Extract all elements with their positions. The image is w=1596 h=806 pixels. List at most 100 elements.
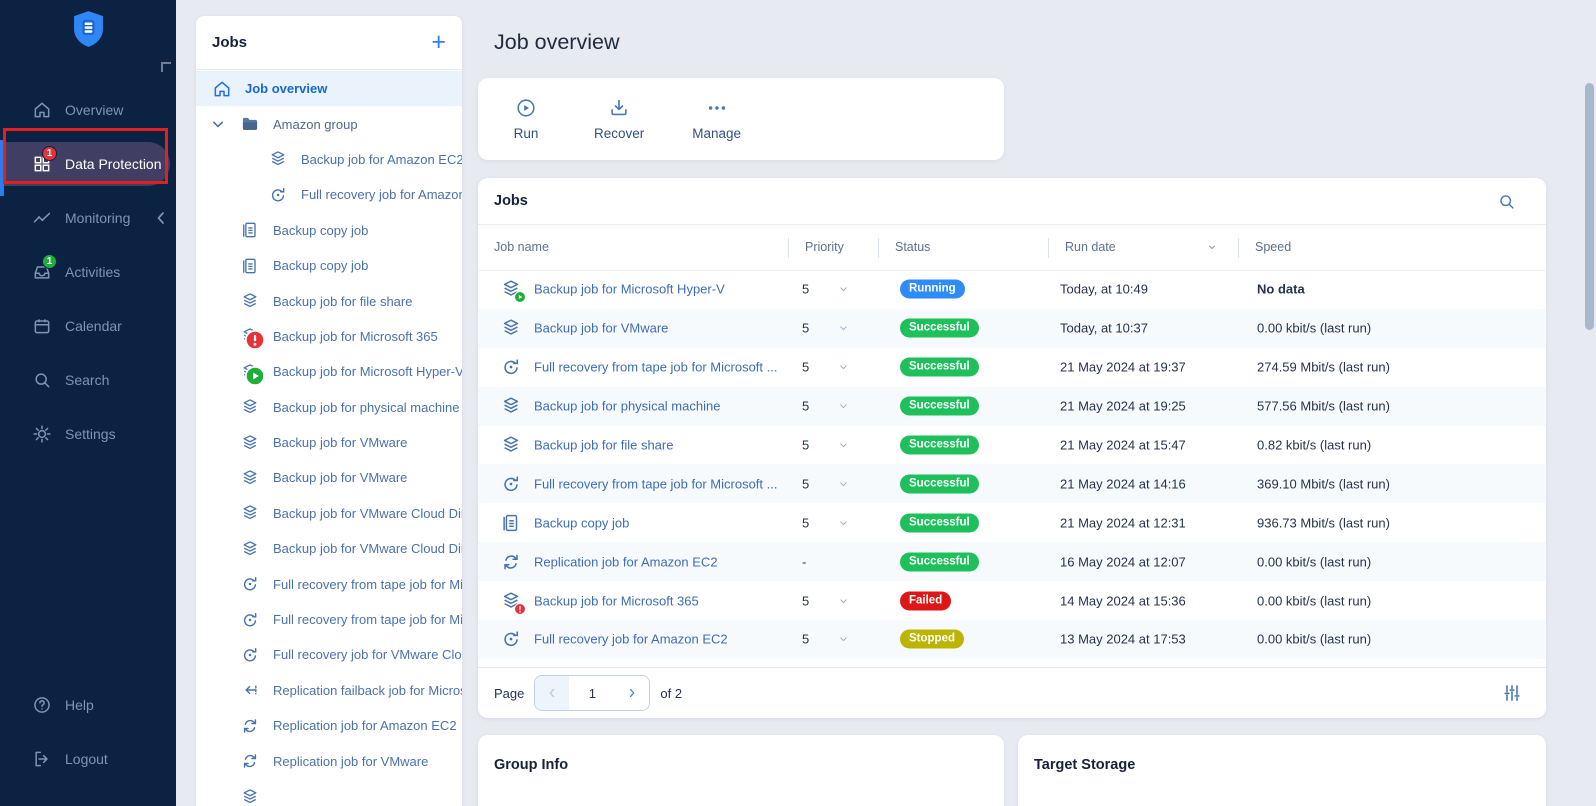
sidebar-item-monitoring[interactable]: Monitoring — [0, 196, 176, 240]
tree-item-backup-job-for-amazon-ec2[interactable]: Backup job for Amazon EC2 — [196, 142, 462, 177]
tree-item[interactable] — [196, 779, 462, 806]
column-header-speed[interactable]: Speed — [1255, 240, 1291, 254]
sidebar-item-logout[interactable]: Logout — [0, 737, 176, 781]
chevron-down-icon[interactable] — [837, 516, 850, 529]
prev-page-button[interactable] — [535, 676, 569, 710]
priority-dropdown[interactable]: 5 — [802, 632, 850, 647]
sidebar-item-help[interactable]: Help — [0, 683, 176, 727]
chevron-down-icon[interactable] — [837, 439, 850, 452]
sidebar-item-calendar[interactable]: Calendar — [0, 304, 176, 348]
tree-item-icon-wrap — [240, 751, 260, 771]
tree-item-full-recovery-from-tape-job-for-micr[interactable]: Full recovery from tape job for Micr — [196, 602, 462, 637]
column-header-run-date[interactable]: Run date — [1065, 240, 1116, 254]
run-date-value: 21 May 2024 at 14:16 — [1060, 476, 1186, 491]
status-badge: Successful — [900, 513, 979, 532]
tree-item-label: Replication failback job for Microso — [273, 683, 462, 698]
table-row[interactable]: Backup job for VMware5SuccessfulToday, a… — [478, 309, 1546, 348]
column-header-priority[interactable]: Priority — [805, 240, 844, 254]
table-row[interactable]: Backup job for file share5Successful21 M… — [478, 426, 1546, 465]
tree-item-backup-job-for-vmware[interactable]: Backup job for VMware — [196, 460, 462, 495]
tree-item-job-overview[interactable]: Job overview — [196, 71, 462, 106]
job-type-icon-wrap — [500, 278, 522, 300]
tree-item-backup-copy-job[interactable]: Backup copy job — [196, 213, 462, 248]
priority-dropdown[interactable]: 5 — [802, 321, 850, 336]
sidebar-item-data-protection[interactable]: 1Data Protection — [0, 142, 170, 186]
priority-dropdown[interactable]: 5 — [802, 438, 850, 453]
sort-chevron-down-icon[interactable] — [1206, 241, 1218, 253]
table-row[interactable]: Full recovery from tape job for Microsof… — [478, 464, 1546, 503]
action-recover-button[interactable]: Recover — [594, 97, 644, 141]
tree-item-backup-job-for-vmware[interactable]: Backup job for VMware — [196, 425, 462, 460]
chevron-down-icon[interactable] — [837, 400, 850, 413]
job-name-link[interactable]: Backup copy job — [534, 515, 782, 530]
page-scrollbar[interactable] — [1584, 0, 1595, 806]
tree-item-label: Backup job for VMware — [273, 470, 407, 485]
table-row[interactable]: Replication job for Amazon EC2-Successfu… — [478, 542, 1546, 581]
table-row[interactable]: Full recovery from tape job for Microsof… — [478, 348, 1546, 387]
collapse-corner-icon[interactable] — [161, 62, 171, 72]
tree-item-replication-failback-job-for-microso[interactable]: Replication failback job for Microso — [196, 673, 462, 708]
add-job-button[interactable]: + — [431, 30, 446, 55]
priority-dropdown[interactable]: 5 — [802, 360, 850, 375]
tree-item-backup-job-for-vmware-cloud-direct[interactable]: Backup job for VMware Cloud Direct — [196, 496, 462, 531]
tree-item-backup-copy-job[interactable]: Backup copy job — [196, 248, 462, 283]
priority-dropdown[interactable]: 5 — [802, 282, 850, 297]
tree-item-full-recovery-job-for-vmware-cloud[interactable]: Full recovery job for VMware Cloud — [196, 637, 462, 672]
job-type-icon-wrap — [500, 473, 522, 495]
tree-item-backup-job-for-microsoft-365[interactable]: Backup job for Microsoft 365 — [196, 319, 462, 354]
table-row[interactable]: Backup job for physical machine5Successf… — [478, 387, 1546, 426]
column-header-job-name[interactable]: Job name — [494, 240, 549, 254]
job-name-link[interactable]: Backup job for VMware — [534, 321, 782, 336]
table-row[interactable]: Backup job for Microsoft Hyper-V5Running… — [478, 270, 1546, 309]
table-row[interactable]: Backup copy job5Successful21 May 2024 at… — [478, 503, 1546, 542]
tree-item-full-recovery-job-for-amazon-ec2[interactable]: Full recovery job for Amazon EC2 — [196, 177, 462, 212]
job-name-link[interactable]: Full recovery from tape job for Microsof… — [534, 360, 782, 375]
tree-item-amazon-group[interactable]: Amazon group — [196, 106, 462, 141]
job-type-copy-icon — [500, 512, 522, 534]
table-row[interactable]: Full recovery job for Amazon EC25Stopped… — [478, 620, 1546, 659]
action-run-button[interactable]: Run — [506, 97, 546, 141]
sidebar-item-activities[interactable]: 1Activities — [0, 250, 176, 294]
priority-dropdown[interactable]: 5 — [802, 399, 850, 414]
tree-item-replication-job-for-vmware[interactable]: Replication job for VMware — [196, 743, 462, 778]
sidebar-item-settings[interactable]: Settings — [0, 412, 176, 456]
tree-item-backup-job-for-file-share[interactable]: Backup job for file share — [196, 283, 462, 318]
chevron-down-icon[interactable] — [837, 633, 850, 646]
chevron-down-icon[interactable] — [837, 477, 850, 490]
chevron-down-icon[interactable] — [837, 361, 850, 374]
page-number-input[interactable]: 1 — [569, 676, 615, 710]
table-settings-icon[interactable] — [1502, 683, 1522, 703]
job-name-link[interactable]: Backup job for file share — [534, 438, 782, 453]
tree-item-replication-job-for-amazon-ec2[interactable]: Replication job for Amazon EC2 — [196, 708, 462, 743]
sidebar-item-search[interactable]: Search — [0, 358, 176, 402]
job-name-link[interactable]: Backup job for Microsoft 365 — [534, 593, 782, 608]
priority-dropdown[interactable]: 5 — [802, 593, 850, 608]
job-type-folder-icon — [240, 114, 260, 134]
sidebar-item-overview[interactable]: Overview — [0, 88, 176, 132]
table-row[interactable]: Backup job for Microsoft 3655Failed14 Ma… — [478, 581, 1546, 620]
tree-item-backup-job-for-vmware-cloud-direct[interactable]: Backup job for VMware Cloud Direct — [196, 531, 462, 566]
priority-value: 5 — [802, 438, 809, 453]
chevron-down-icon[interactable] — [837, 283, 850, 296]
chevron-down-icon[interactable] — [208, 114, 228, 134]
action-manage-button[interactable]: Manage — [692, 97, 741, 141]
error-badge-icon — [245, 330, 265, 350]
job-name-link[interactable]: Full recovery job for Amazon EC2 — [534, 632, 782, 647]
column-header-status[interactable]: Status — [895, 240, 930, 254]
priority-dropdown[interactable]: 5 — [802, 476, 850, 491]
tree-item-backup-job-for-physical-machine[interactable]: Backup job for physical machine — [196, 390, 462, 425]
chevron-down-icon[interactable] — [837, 322, 850, 335]
scrollbar-thumb[interactable] — [1585, 83, 1594, 330]
chevron-down-icon[interactable] — [837, 594, 850, 607]
job-name-link[interactable]: Backup job for physical machine — [534, 399, 782, 414]
job-name-link[interactable]: Replication job for Amazon EC2 — [534, 554, 782, 569]
job-name-link[interactable]: Full recovery from tape job for Microsof… — [534, 476, 782, 491]
search-icon[interactable] — [1497, 192, 1516, 211]
job-name-link[interactable]: Backup job for Microsoft Hyper-V — [534, 282, 782, 297]
next-page-button[interactable] — [615, 676, 649, 710]
chevron-left-icon[interactable] — [151, 208, 171, 228]
tree-item-backup-job-for-microsoft-hyper-v[interactable]: Backup job for Microsoft Hyper-V — [196, 354, 462, 389]
tree-item-full-recovery-from-tape-job-for-micr[interactable]: Full recovery from tape job for Micr — [196, 566, 462, 601]
priority-dropdown[interactable]: 5 — [802, 515, 850, 530]
sidebar-icon-wrap — [32, 370, 52, 390]
